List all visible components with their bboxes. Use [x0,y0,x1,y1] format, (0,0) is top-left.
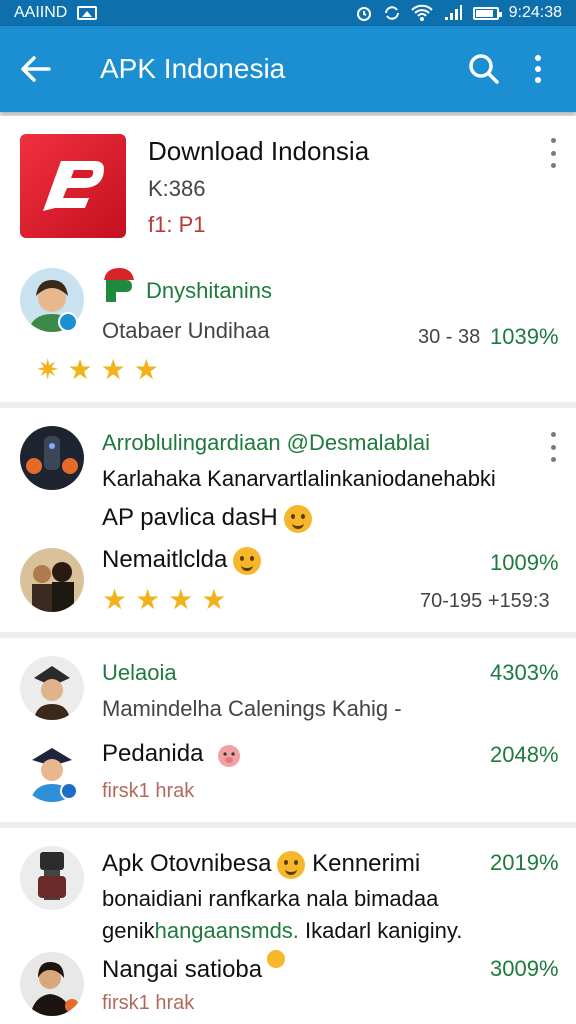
post-secondary-text: Pedanida [102,740,204,767]
search-icon [469,54,499,84]
back-arrow-icon [21,56,51,82]
post-card[interactable]: Uelaoia 4303% Mamindelha Calenings Kahig… [0,638,576,822]
info-badge-icon [60,782,78,800]
star-icon: ★ [201,584,227,615]
app-card[interactable]: Download Indonsia K:386 f1: P1 Dnyshitan… [0,116,576,402]
star-icon: ★ [100,354,126,385]
wifi-icon [410,4,433,21]
post-line-2: bonaidiani ranfkarka nala bimadaa [102,886,439,911]
post-secondary-name: Pedanida [102,740,242,768]
post-line-3: genikhangaansmds. Ikadarl kaniginy. [102,918,462,944]
star-icon: ★ [133,354,159,385]
post-line: Mamindelha Calenings Kahig - [102,696,402,721]
star-icon: ★ [67,354,93,385]
pig-emoji-icon [218,744,241,767]
avatar[interactable] [20,548,84,612]
smile-emoji-icon [283,504,312,533]
reviewer-badge-icon [104,268,134,302]
status-bar: AAIIND 9:24:38 [0,0,576,26]
post-line-3c: Ikadarl kaniginy. [305,918,463,943]
post-line-3-link[interactable]: hangaansmds. [155,918,299,943]
review-percent: 1039% [490,324,559,349]
sync-icon [384,6,399,20]
avatar[interactable] [20,952,84,1016]
signal-icon [444,5,462,20]
app-logo-icon[interactable] [20,134,126,238]
post-percent: 1009% [490,550,559,575]
post-subtext: firsk1 hrak [102,780,195,802]
post-meta: 70-195 +159:3 [420,590,550,612]
sad-emoji-icon [266,950,285,968]
app-bar: APK Indonesia [0,26,576,112]
star-icon: ✷ [36,354,60,385]
post-author-text: Nangai satioba [102,956,263,983]
overflow-menu-button[interactable] [516,47,560,91]
smile-emoji-icon [277,850,306,879]
post-line-1: Apk Otovnibesa Kennerimi [102,850,420,879]
post-line-3a: genik [102,918,155,943]
post-author-text: Nemaitlclda [102,546,228,573]
post-percent: 2019% [490,850,559,875]
post-card[interactable]: Apk Otovnibesa Kennerimi 2019% bonaidian… [0,828,576,1024]
smile-emoji-icon [233,546,262,575]
app-subtitle: K:386 [148,176,206,201]
edit-badge-icon [58,312,78,332]
post-menu-button[interactable] [548,432,558,462]
app-card-menu-button[interactable] [548,138,558,168]
clock: 9:24:38 [508,4,562,21]
alarm-icon [356,7,371,21]
post-line-1a: Apk Otovnibesa [102,850,272,877]
post-percent: 4303% [490,660,559,685]
post-handle[interactable]: Arroblulingardiaan @Desmalablai [102,430,430,456]
avatar[interactable] [20,656,84,720]
back-button[interactable] [14,47,58,91]
post-card[interactable]: Arroblulingardiaan @Desmalablai Karlahak… [0,408,576,632]
post-author-name[interactable]: Uelaoia [102,660,177,686]
carrier-label: AAIIND [14,4,68,21]
avatar[interactable] [20,846,84,910]
rating-stars: ★ ★ ★ ★ [102,586,226,614]
page-title: APK Indonesia [100,53,286,84]
overflow-menu-icon [535,55,541,83]
post-author-name: Nangai satioba [102,950,285,984]
post-percent-2: 2048% [490,742,559,767]
post-line-1b: Kennerimi [312,850,421,877]
post-subtext: firsk1 hrak [102,992,195,1014]
post-percent-2: 3009% [490,956,559,981]
app-price: f1: P1 [148,212,206,237]
avatar[interactable] [20,426,84,490]
review-meta: 30 - 38 [418,326,481,348]
star-icon: ★ [102,584,128,615]
reviewer-name[interactable]: Dnyshitanins [146,278,272,304]
post-line-2: AP pavlica dasH [102,504,312,533]
app-title[interactable]: Download Indonsia [148,136,369,167]
star-icon: ★ [135,584,161,615]
battery-icon [472,6,502,20]
rating-stars: ✷ ★ ★ ★ [36,356,159,384]
image-icon [77,6,98,20]
review-text: Otabaer Undihaa [102,318,270,343]
post-line-2-text: AP pavlica dasH [102,504,278,531]
star-icon: ★ [168,584,194,615]
post-author-name: Nemaitlclda [102,546,262,575]
search-button[interactable] [462,47,506,91]
post-line-1: Karlahaka Kanarvartlalinkaniodanehabki [102,466,496,491]
